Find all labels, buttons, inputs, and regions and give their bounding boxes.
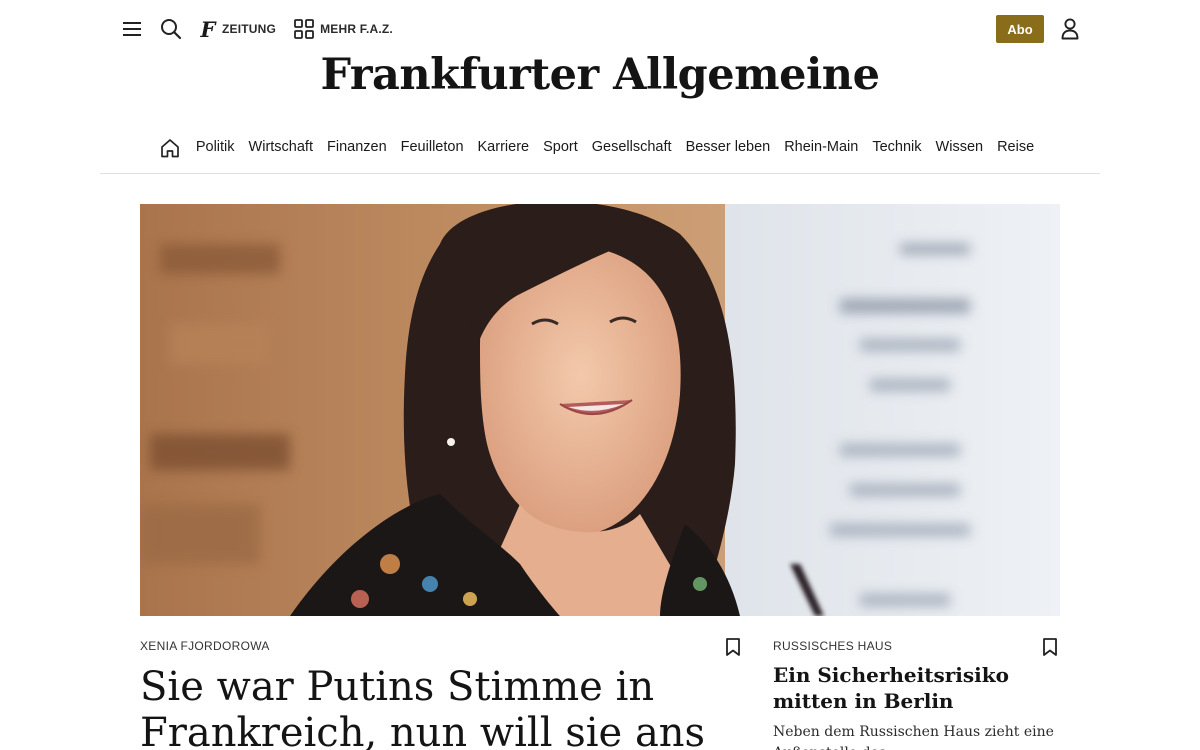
- menu-icon[interactable]: [120, 14, 144, 44]
- main-article-headline[interactable]: Sie war Putins Stimme in Frankreich, nun…: [140, 664, 740, 750]
- nav-item-wirtschaft[interactable]: Wirtschaft: [249, 132, 313, 162]
- side-article[interactable]: RUSSISCHES HAUS Ein Sicherheitsrisiko mi…: [773, 636, 1063, 750]
- top-bar-right: Abo: [996, 14, 1080, 44]
- nav-item-politik[interactable]: Politik: [196, 132, 235, 162]
- home-icon[interactable]: [159, 134, 181, 162]
- hero-image[interactable]: [140, 204, 1060, 616]
- mehr-faz-link[interactable]: MEHR F.A.Z.: [294, 19, 393, 39]
- top-bar-left: F ZEITUNG MEHR F.A.Z.: [120, 14, 393, 44]
- zeitung-label: ZEITUNG: [222, 22, 277, 36]
- nav-item-gesellschaft[interactable]: Gesellschaft: [592, 132, 672, 162]
- side-article-headline[interactable]: Ein Sicherheitsrisiko mitten in Berlin: [773, 662, 1063, 714]
- nav-item-finanzen[interactable]: Finanzen: [327, 132, 387, 162]
- mehr-faz-label: MEHR F.A.Z.: [320, 22, 393, 36]
- side-article-teaser: Neben dem Russischen Haus zieht eine Auß…: [773, 724, 1054, 750]
- user-icon[interactable]: [1060, 17, 1080, 41]
- abo-button[interactable]: Abo: [996, 15, 1044, 43]
- nav-item-besser-leben[interactable]: Besser leben: [686, 132, 771, 162]
- nav-item-rhein-main[interactable]: Rhein-Main: [784, 132, 858, 162]
- zeitung-link[interactable]: F ZEITUNG: [199, 16, 277, 42]
- faz-f-icon: F: [200, 16, 216, 42]
- site-logo[interactable]: Frankfurter Allgemeine: [0, 44, 1200, 106]
- nav-item-reise[interactable]: Reise: [997, 132, 1034, 162]
- main-article[interactable]: XENIA FJORDOROWA Sie war Putins Stimme i…: [140, 636, 750, 750]
- bookmark-icon[interactable]: [725, 638, 741, 656]
- nav-item-wissen[interactable]: Wissen: [936, 132, 984, 162]
- side-article-kicker: RUSSISCHES HAUS: [773, 639, 893, 653]
- nav-item-karriere[interactable]: Karriere: [478, 132, 530, 162]
- section-nav: Politik Wirtschaft Finanzen Feuilleton K…: [100, 132, 1100, 174]
- search-icon[interactable]: [158, 14, 184, 44]
- nav-item-feuilleton[interactable]: Feuilleton: [401, 132, 464, 162]
- nav-item-sport[interactable]: Sport: [543, 132, 578, 162]
- grid-icon: [294, 19, 314, 39]
- main-article-kicker: XENIA FJORDOROWA: [140, 639, 270, 653]
- nav-item-technik[interactable]: Technik: [872, 132, 921, 162]
- bookmark-icon[interactable]: [1042, 638, 1058, 656]
